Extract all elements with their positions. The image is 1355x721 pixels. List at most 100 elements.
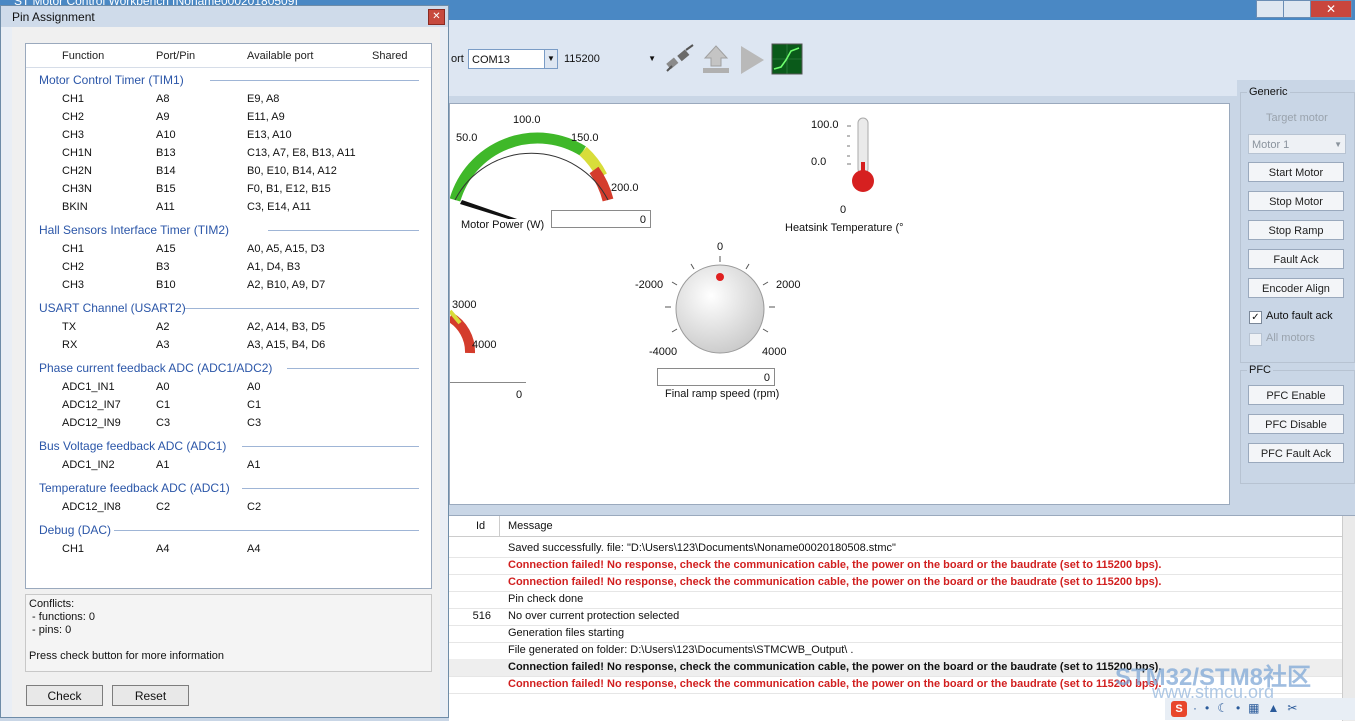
dialog-title: Pin Assignment	[12, 10, 95, 24]
pin-port: A15	[156, 243, 176, 255]
conflicts-title: Conflicts:	[29, 598, 75, 610]
log-row[interactable]: Saved successfully. file: "D:\Users\123\…	[449, 540, 1342, 558]
pin-list: Function Port/Pin Available port Shared …	[25, 43, 432, 589]
pin-port: A4	[156, 543, 170, 555]
section-divider	[242, 488, 419, 489]
target-motor-label: Target motor	[1266, 112, 1328, 124]
log-row-message: Saved successfully. file: "D:\Users\123\…	[508, 542, 896, 554]
speed-value-line	[450, 382, 526, 383]
auto-fault-ack-checkbox[interactable]: ✓	[1249, 311, 1262, 324]
section-title: USART Channel (USART2)	[39, 301, 186, 315]
pfc-fault-ack-button[interactable]: PFC Fault Ack	[1248, 443, 1344, 463]
pin-port: A0	[156, 381, 170, 393]
pin-available: A4	[247, 543, 261, 555]
log-header: Id Message	[449, 516, 1342, 537]
section-divider	[114, 530, 419, 531]
all-motors-label: All motors	[1266, 332, 1315, 344]
pin-available: F0, B1, E12, B15	[247, 183, 331, 195]
log-row-id: 516	[472, 610, 491, 622]
pin-port: B3	[156, 261, 170, 273]
log-header-id: Id	[476, 520, 486, 532]
col-shared: Shared	[372, 50, 408, 62]
connect-icon[interactable]	[664, 44, 696, 76]
pin-function: CH1	[62, 93, 85, 105]
power-tick-100: 100.0	[513, 114, 541, 126]
generic-group-label: Generic	[1247, 86, 1290, 98]
chevron-down-icon: ▼	[1334, 140, 1342, 149]
log-row[interactable]: Connection failed! No response, check th…	[449, 557, 1342, 575]
pin-function: CH3	[62, 279, 85, 291]
motor-select-value: Motor 1	[1252, 139, 1290, 151]
close-icon[interactable]: ✕	[428, 9, 445, 25]
download-icon[interactable]	[701, 44, 731, 76]
section-title: Phase current feedback ADC (ADC1/ADC2)	[39, 361, 273, 375]
pin-function: ADC12_IN7	[62, 399, 121, 411]
log-row[interactable]: Pin check done	[449, 591, 1342, 609]
thermometer-icon	[847, 117, 874, 192]
power-tick-50: 50.0	[456, 132, 478, 144]
stop-ramp-button[interactable]: Stop Ramp	[1248, 220, 1344, 240]
pin-port: B15	[156, 183, 176, 195]
pin-port: A8	[156, 93, 170, 105]
pin-function: CH1	[62, 543, 85, 555]
maximize-button[interactable]	[1283, 0, 1311, 18]
pin-port: A1	[156, 459, 170, 471]
oscilloscope-icon[interactable]	[771, 43, 803, 75]
pin-port: B13	[156, 147, 176, 159]
pin-available: A2, B10, A9, D7	[247, 279, 326, 291]
log-scrollbar[interactable]	[1342, 516, 1355, 721]
pin-available: E13, A10	[247, 129, 292, 141]
pin-port: A10	[156, 129, 176, 141]
main-close-button[interactable]: ✕	[1310, 0, 1352, 18]
ramp-tick-minus2000: -2000	[635, 279, 664, 291]
pin-port: A2	[156, 321, 170, 333]
ramp-knob[interactable]	[660, 252, 780, 364]
temp-bottom-value: 0	[840, 204, 847, 216]
start-motor-button[interactable]: Start Motor	[1248, 162, 1344, 182]
pin-function: ADC12_IN9	[62, 417, 121, 429]
encoder-align-button[interactable]: Encoder Align	[1248, 278, 1344, 298]
heatsink-temp-label: Heatsink Temperature (°	[785, 222, 904, 234]
motor-select[interactable]: Motor 1 ▼	[1248, 134, 1346, 154]
motor-power-label: Motor Power (W)	[461, 219, 545, 231]
log-row[interactable]: Connection failed! No response, check th…	[449, 574, 1342, 592]
play-icon[interactable]	[738, 44, 766, 76]
log-row[interactable]: Generation files starting	[449, 625, 1342, 643]
pin-available: A1, D4, B3	[247, 261, 301, 273]
all-motors-checkbox[interactable]	[1249, 333, 1262, 346]
fault-ack-button[interactable]: Fault Ack	[1248, 249, 1344, 269]
port-select[interactable]: COM13 ▼	[468, 49, 558, 69]
pin-function: ADC12_IN8	[62, 501, 121, 513]
pin-available: A3, A15, B4, D6	[247, 339, 326, 351]
pin-available: C13, A7, E8, B13, A11	[247, 147, 356, 159]
col-available-port: Available port	[247, 50, 314, 62]
pfc-enable-button[interactable]: PFC Enable	[1248, 385, 1344, 405]
pin-available: B0, E10, B14, A12	[247, 165, 337, 177]
control-panel: Generic Target motor Motor 1 ▼ Start Mot…	[1237, 80, 1355, 500]
reset-button[interactable]: Reset	[112, 685, 189, 706]
temp-tick-zero: 0.0	[811, 156, 827, 168]
pin-function: BKIN	[62, 201, 88, 213]
conflicts-box: Conflicts: - functions: 0 - pins: 0 Pres…	[25, 594, 432, 672]
log-row-message: Connection failed! No response, check th…	[508, 576, 1162, 588]
baud-value: 115200	[564, 53, 600, 65]
tray-icons[interactable]: ·•☾•▦▲✂	[1193, 701, 1343, 717]
ramp-value: 0	[657, 368, 775, 386]
pin-port: C2	[156, 501, 171, 513]
baud-select[interactable]: 115200 ▼	[561, 49, 658, 69]
power-tick-150: 150.0	[571, 132, 599, 144]
section-title: Temperature feedback ADC (ADC1)	[39, 481, 230, 495]
port-label: ort	[451, 53, 464, 65]
section-divider	[268, 230, 419, 231]
section-divider	[184, 308, 419, 309]
log-row[interactable]: 516 No over current protection selected	[449, 608, 1342, 626]
stop-motor-button[interactable]: Stop Motor	[1248, 191, 1344, 211]
minimize-button[interactable]	[1256, 0, 1284, 18]
pfc-disable-button[interactable]: PFC Disable	[1248, 414, 1344, 434]
check-button[interactable]: Check	[26, 685, 103, 706]
pin-function: CH3N	[62, 183, 92, 195]
ime-icon[interactable]: S	[1171, 701, 1187, 717]
section-divider	[210, 80, 419, 81]
log-row-message: Connection failed! No response, check th…	[508, 678, 1162, 690]
pin-port: B10	[156, 279, 176, 291]
